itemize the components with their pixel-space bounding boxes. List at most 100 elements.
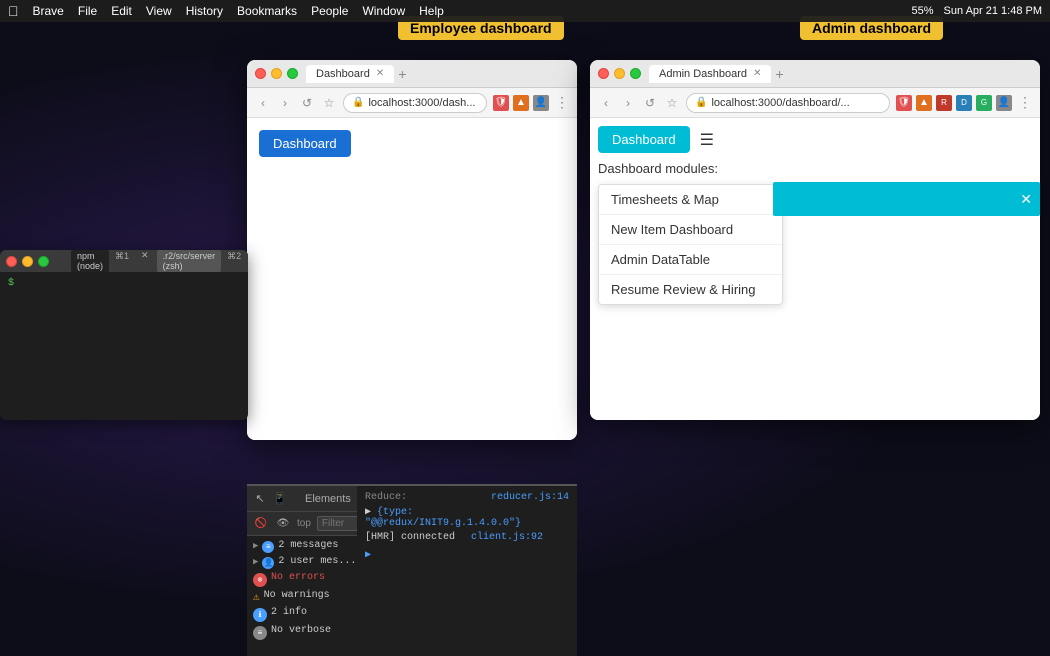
- menu-window[interactable]: Window: [362, 4, 405, 18]
- profile-icon-left[interactable]: 👤: [533, 95, 549, 111]
- menu-file[interactable]: File: [78, 4, 97, 18]
- terminal-content: $: [0, 272, 248, 297]
- dropdown-item-datatable[interactable]: Admin DataTable: [599, 245, 782, 275]
- tab-close-right[interactable]: ✕: [753, 68, 761, 79]
- browser-chrome-right: Admin Dashboard ✕ +: [590, 60, 1040, 88]
- reload-button-left[interactable]: ↺: [299, 95, 315, 111]
- teal-close-icon[interactable]: ✕: [1020, 191, 1032, 208]
- browser-menu-left[interactable]: ⋮: [555, 94, 569, 111]
- devtools-tab-elements[interactable]: Elements: [299, 491, 357, 507]
- dropdown-menu[interactable]: Timesheets & Map New Item Dashboard Admi…: [598, 184, 783, 305]
- close-button-left[interactable]: [255, 68, 266, 79]
- url-bar-left[interactable]: 🔒 localhost:3000/dash...: [343, 93, 487, 113]
- lock-icon-right: 🔒: [695, 97, 707, 108]
- lock-icon-left: 🔒: [352, 97, 364, 108]
- admin-content-area: Dashboard ☰ Dashboard modules: Timesheet…: [590, 118, 1040, 313]
- devtools-top-label: top: [297, 518, 311, 529]
- terminal-tab-r2[interactable]: .r2/src/server (zsh): [157, 250, 222, 272]
- dropdown-item-new-dashboard[interactable]: New Item Dashboard: [599, 215, 782, 245]
- reduce-arrow: Reduce:: [365, 492, 407, 503]
- devtools-block-icon[interactable]: 🚫: [253, 516, 269, 532]
- dropdown-item-timesheets[interactable]: Timesheets & Map: [599, 185, 782, 215]
- menu-help[interactable]: Help: [419, 4, 444, 18]
- devtools-eye-icon[interactable]: 👁: [275, 516, 291, 532]
- menu-history[interactable]: History: [186, 4, 223, 18]
- shield-icon-left[interactable]: 🛡: [493, 95, 509, 111]
- traffic-lights-right: [598, 68, 641, 79]
- terminal-tab-npm[interactable]: npm (node): [71, 250, 109, 272]
- menu-brave[interactable]: Brave: [33, 4, 64, 18]
- bookmark-button-right[interactable]: ☆: [664, 95, 680, 111]
- tab-label-left: Dashboard: [316, 68, 370, 80]
- dropdown-item-resume[interactable]: Resume Review & Hiring: [599, 275, 782, 304]
- terminal-window: npm (node) ⌘1 ✕ .r2/src/server (zsh) ⌘2 …: [0, 250, 248, 420]
- tab-close-left[interactable]: ✕: [376, 68, 384, 79]
- menu-battery: 55%: [912, 5, 934, 17]
- new-tab-button-right[interactable]: +: [775, 66, 783, 82]
- forward-button-right[interactable]: ›: [620, 95, 636, 111]
- admin-tab[interactable]: Admin Dashboard ✕: [649, 65, 771, 83]
- menu-bar-left:  Brave File Edit View History Bookmarks…: [8, 3, 444, 19]
- terminal-maximize[interactable]: [38, 256, 49, 267]
- dashboard-button-left[interactable]: Dashboard: [259, 130, 351, 157]
- modules-label: Dashboard modules:: [598, 161, 1032, 176]
- dashboard-button-right[interactable]: Dashboard: [598, 126, 690, 153]
- menu-edit[interactable]: Edit: [111, 4, 132, 18]
- info-icon-2: ℹ: [253, 608, 267, 622]
- arrow-icon-messages: ▶: [253, 541, 258, 551]
- back-button-right[interactable]: ‹: [598, 95, 614, 111]
- client-link[interactable]: client.js:92: [471, 532, 543, 543]
- reload-button-right[interactable]: ↺: [642, 95, 658, 111]
- tab-label-right: Admin Dashboard: [659, 68, 747, 80]
- hamburger-icon[interactable]: ☰: [700, 130, 714, 150]
- terminal-close[interactable]: [6, 256, 17, 267]
- brave-rewards-icon-right[interactable]: ▲: [916, 95, 932, 111]
- menu-bookmarks[interactable]: Bookmarks: [237, 4, 297, 18]
- bookmark-button-left[interactable]: ☆: [321, 95, 337, 111]
- new-tab-button-left[interactable]: +: [398, 66, 406, 82]
- minimize-button-right[interactable]: [614, 68, 625, 79]
- devtools-cursor-icon[interactable]: ↖: [253, 492, 267, 506]
- browser-toolbar-left: ‹ › ↺ ☆ 🔒 localhost:3000/dash... 🛡 ▲ 👤 ⋮: [247, 88, 577, 118]
- forward-button-left[interactable]: ›: [277, 95, 293, 111]
- terminal-tab-separator: ✕: [141, 250, 149, 272]
- maximize-button-left[interactable]: [287, 68, 298, 79]
- devtools-console-output: Reduce: reducer.js:14 ▶ {type: "@@redux/…: [357, 484, 577, 656]
- terminal-chrome: npm (node) ⌘1 ✕ .r2/src/server (zsh) ⌘2: [0, 250, 248, 272]
- error-icon: ⊗: [253, 573, 267, 587]
- brave-rewards-icon[interactable]: ▲: [513, 95, 529, 111]
- back-button-left[interactable]: ‹: [255, 95, 271, 111]
- reducer-link[interactable]: reducer.js:14: [491, 492, 569, 503]
- ext-icon-3[interactable]: G: [976, 95, 992, 111]
- employee-browser-window: Dashboard ✕ + ‹ › ↺ ☆ 🔒 localhost:3000/d…: [247, 60, 577, 440]
- browser-menu-right[interactable]: ⋮: [1018, 94, 1032, 111]
- profile-icon-right[interactable]: 👤: [996, 95, 1012, 111]
- browser-content-left: Dashboard: [247, 118, 577, 440]
- ext-icon-1[interactable]: R: [936, 95, 952, 111]
- warning-icon: ⚠: [253, 590, 260, 604]
- minimize-button-left[interactable]: [271, 68, 282, 79]
- redux-arrow: ▶: [365, 507, 371, 518]
- devtools-mobile-icon[interactable]: 📱: [273, 492, 287, 506]
- menu-view[interactable]: View: [146, 4, 172, 18]
- console-hmr-line: [HMR] connected client.js:92: [365, 532, 569, 543]
- redux-content: {type: "@@redux/INIT9.g.1.4.0.0"}: [365, 507, 521, 529]
- maximize-button-right[interactable]: [630, 68, 641, 79]
- teal-bar: ✕: [773, 182, 1040, 216]
- close-button-right[interactable]: [598, 68, 609, 79]
- url-text-left: localhost:3000/dash...: [368, 97, 475, 109]
- menu-people[interactable]: People: [311, 4, 348, 18]
- console-reduce-line: Reduce: reducer.js:14: [365, 492, 569, 503]
- browser-icons-right: 🛡 ▲ R D G 👤: [896, 95, 1012, 111]
- terminal-line-1: $: [8, 278, 240, 289]
- devtools-icons: ↖ 📱: [253, 492, 287, 506]
- admin-header: Dashboard ☰: [598, 126, 1032, 153]
- terminal-prompt: $: [8, 278, 14, 289]
- terminal-minimize[interactable]: [22, 256, 33, 267]
- console-redux-line: ▶ {type: "@@redux/INIT9.g.1.4.0.0"}: [365, 506, 569, 529]
- menu-bar-right: 55% Sun Apr 21 1:48 PM: [912, 5, 1042, 17]
- shield-icon-right[interactable]: 🛡: [896, 95, 912, 111]
- dashboard-tab-left[interactable]: Dashboard ✕: [306, 65, 394, 83]
- url-bar-right[interactable]: 🔒 localhost:3000/dashboard/...: [686, 93, 890, 113]
- ext-icon-2[interactable]: D: [956, 95, 972, 111]
